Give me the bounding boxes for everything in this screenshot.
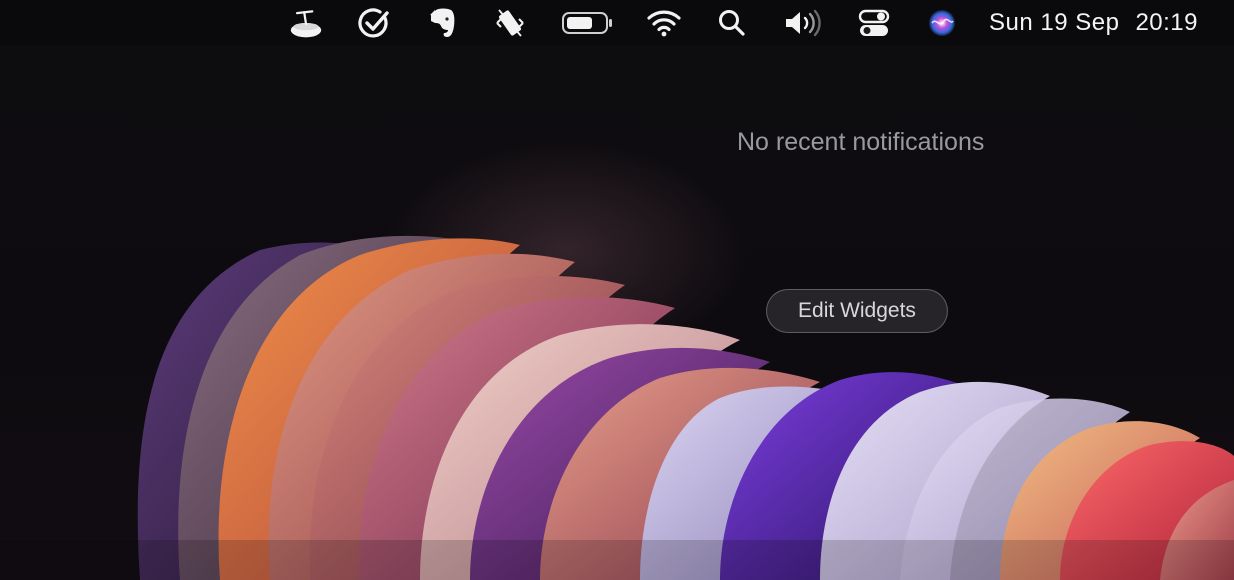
- clock-date: Sun 19 Sep: [989, 9, 1120, 36]
- battery-icon[interactable]: [561, 0, 613, 46]
- edit-widgets-button[interactable]: Edit Widgets: [766, 289, 948, 333]
- wifi-icon[interactable]: [647, 0, 681, 46]
- wallpaper: [0, 235, 1234, 580]
- evernote-icon[interactable]: [425, 0, 459, 46]
- spotlight-search-icon[interactable]: [715, 0, 749, 46]
- clock-time: 20:19: [1135, 9, 1198, 36]
- things-check-icon[interactable]: [357, 0, 391, 46]
- empty-notifications-message: No recent notifications: [737, 128, 985, 156]
- menu-bar: Sun 19 Sep 20:19: [0, 0, 1234, 46]
- desktop: Sun 19 Sep 20:19 No recent notifications…: [0, 0, 1234, 580]
- siri-icon[interactable]: [925, 0, 959, 46]
- screen-rotate-icon[interactable]: [493, 0, 527, 46]
- volume-icon[interactable]: [783, 0, 823, 46]
- dish-drawer-icon[interactable]: [289, 0, 323, 46]
- menu-bar-clock[interactable]: Sun 19 Sep 20:19: [989, 0, 1198, 46]
- control-center-icon[interactable]: [857, 0, 891, 46]
